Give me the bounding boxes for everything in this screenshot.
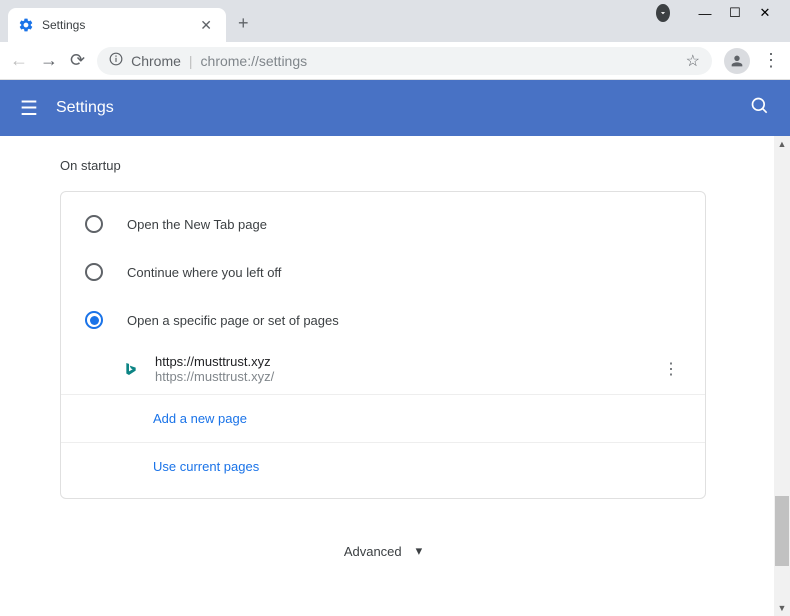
radio-option-newtab[interactable]: Open the New Tab page (61, 200, 705, 248)
section-title: On startup (60, 158, 706, 173)
radio-icon (85, 263, 103, 281)
window-titlebar: Settings ✕ + — ☐ ✕ (0, 0, 790, 42)
close-window-button[interactable]: ✕ (758, 5, 772, 21)
startup-page-row: https://musttrust.xyz https://musttrust.… (61, 344, 705, 395)
site-info-icon[interactable] (109, 52, 123, 69)
hamburger-menu-icon[interactable]: ☰ (20, 96, 38, 121)
bookmark-star-icon[interactable]: ☆ (686, 51, 700, 71)
new-tab-button[interactable]: + (238, 13, 249, 42)
scrollbar[interactable]: ▲ ▼ (774, 136, 790, 616)
add-page-link[interactable]: Add a new page (61, 395, 705, 443)
page-title: Settings (56, 99, 732, 117)
scroll-up-icon[interactable]: ▲ (774, 136, 790, 152)
advanced-label: Advanced (344, 544, 402, 559)
tab-title: Settings (42, 18, 188, 32)
user-badge-icon[interactable] (656, 4, 670, 22)
content-area: On startup Open the New Tab page Continu… (0, 136, 790, 616)
settings-gear-icon (18, 17, 34, 33)
radio-label: Continue where you left off (127, 265, 281, 280)
radio-label: Open a specific page or set of pages (127, 313, 339, 328)
close-tab-icon[interactable]: ✕ (196, 15, 216, 36)
radio-option-specific[interactable]: Open a specific page or set of pages (61, 296, 705, 344)
use-current-pages-link[interactable]: Use current pages (61, 443, 705, 490)
reload-button[interactable]: ⟳ (70, 50, 85, 71)
advanced-toggle[interactable]: Advanced ▾ (60, 529, 706, 573)
url-scheme-label: Chrome (131, 53, 181, 69)
chevron-down-icon: ▾ (416, 543, 423, 559)
browser-toolbar: ← → ⟳ Chrome | chrome://settings ☆ ⋮ (0, 42, 790, 80)
scroll-down-icon[interactable]: ▼ (774, 600, 790, 616)
forward-button[interactable]: → (40, 50, 58, 71)
search-icon[interactable] (750, 96, 770, 121)
back-button[interactable]: ← (10, 50, 28, 71)
radio-icon-selected (85, 311, 103, 329)
startup-page-url: https://musttrust.xyz/ (155, 369, 645, 384)
radio-option-continue[interactable]: Continue where you left off (61, 248, 705, 296)
maximize-button[interactable]: ☐ (728, 5, 742, 21)
url-text: chrome://settings (201, 53, 678, 69)
browser-menu-icon[interactable]: ⋮ (762, 50, 780, 71)
window-controls: — ☐ ✕ (656, 4, 790, 22)
page-entry-menu-icon[interactable]: ⋮ (661, 355, 681, 383)
browser-tab[interactable]: Settings ✕ (8, 8, 226, 42)
address-bar[interactable]: Chrome | chrome://settings ☆ (97, 47, 712, 75)
bing-favicon-icon (123, 361, 139, 377)
startup-page-title: https://musttrust.xyz (155, 354, 645, 369)
radio-label: Open the New Tab page (127, 217, 267, 232)
radio-icon (85, 215, 103, 233)
scroll-thumb[interactable] (775, 496, 789, 566)
minimize-button[interactable]: — (698, 6, 712, 21)
settings-header: ☰ Settings (0, 80, 790, 136)
startup-card: Open the New Tab page Continue where you… (60, 191, 706, 499)
profile-avatar-icon[interactable] (724, 48, 750, 74)
